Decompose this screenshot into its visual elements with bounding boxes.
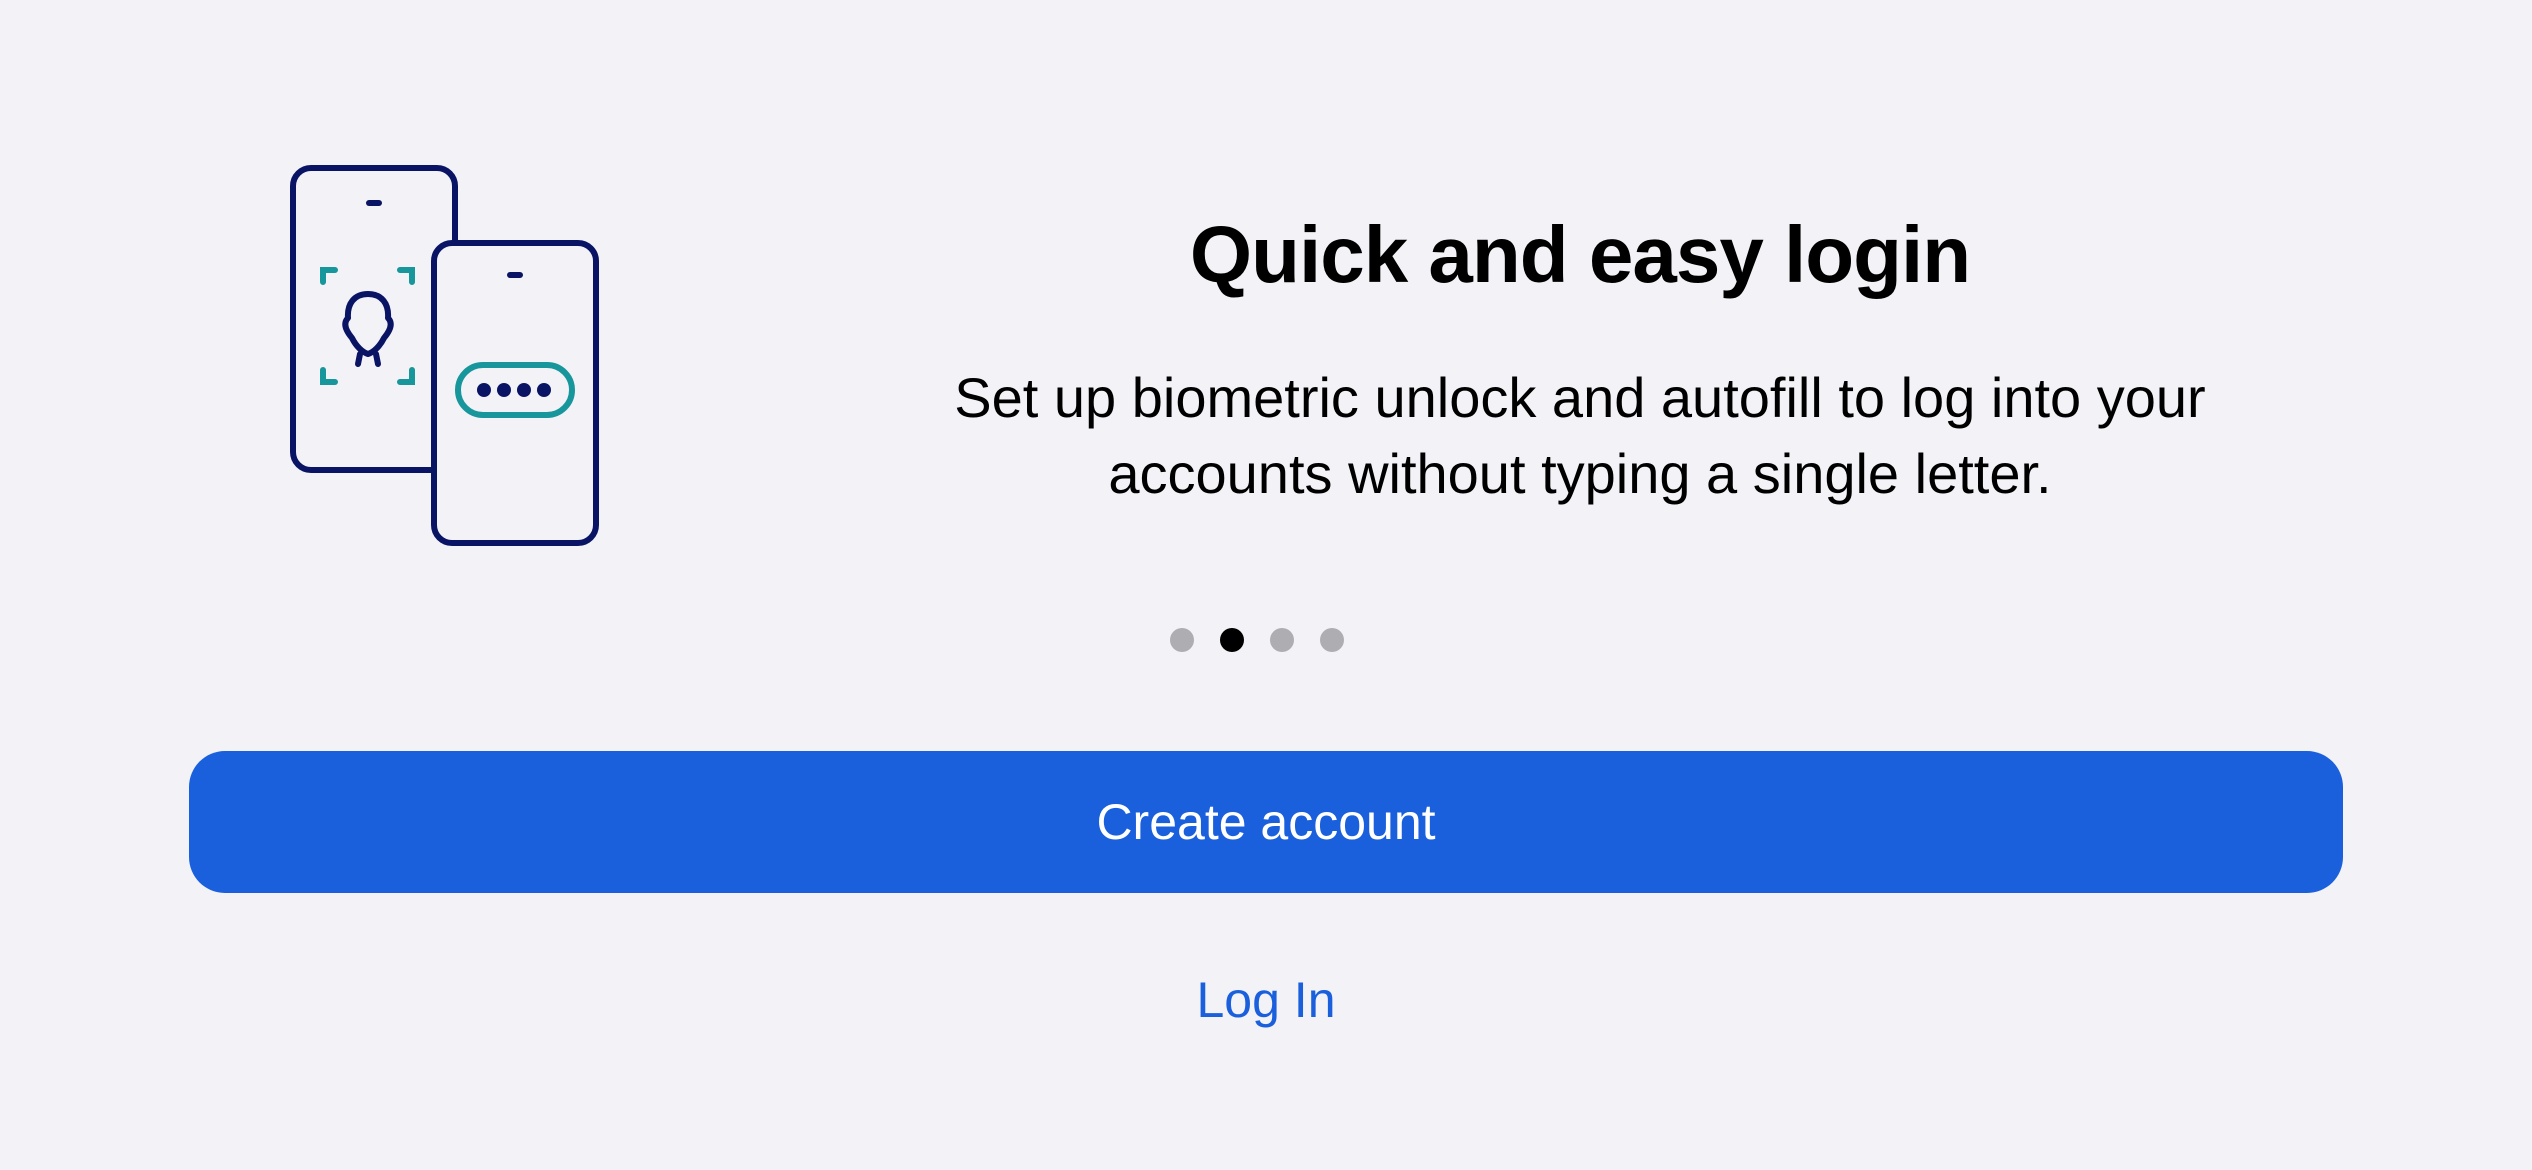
page-dot-4[interactable]: [1320, 628, 1344, 652]
phones-illustration: [280, 160, 620, 560]
phones-biometric-password-icon: [290, 165, 599, 546]
description-line-1: Set up biometric unlock and autofill to …: [954, 366, 2206, 429]
onboarding-screen: Quick and easy login Set up biometric un…: [0, 0, 2532, 1170]
page-description: Set up biometric unlock and autofill to …: [900, 360, 2260, 512]
page-dot-1[interactable]: [1170, 628, 1194, 652]
page-title: Quick and easy login: [1189, 210, 1971, 299]
page-dot-3[interactable]: [1270, 628, 1294, 652]
login-link[interactable]: Log In: [1066, 960, 1466, 1040]
description-line-2: accounts without typing a single letter.: [1108, 442, 2052, 505]
create-account-button[interactable]: Create account: [189, 751, 2343, 893]
page-dot-2-active[interactable]: [1220, 628, 1244, 652]
page-indicator[interactable]: [1170, 628, 1344, 652]
